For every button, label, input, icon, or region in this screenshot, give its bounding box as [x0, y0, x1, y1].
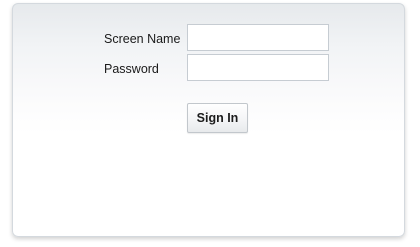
screen-name-input[interactable] [187, 24, 329, 51]
login-panel: Screen Name Password Sign In [12, 3, 405, 237]
password-label: Password [104, 62, 159, 76]
page: Screen Name Password Sign In [0, 0, 420, 247]
screen-name-label: Screen Name [104, 32, 181, 46]
sign-in-button[interactable]: Sign In [187, 103, 248, 133]
password-input[interactable] [187, 54, 329, 81]
